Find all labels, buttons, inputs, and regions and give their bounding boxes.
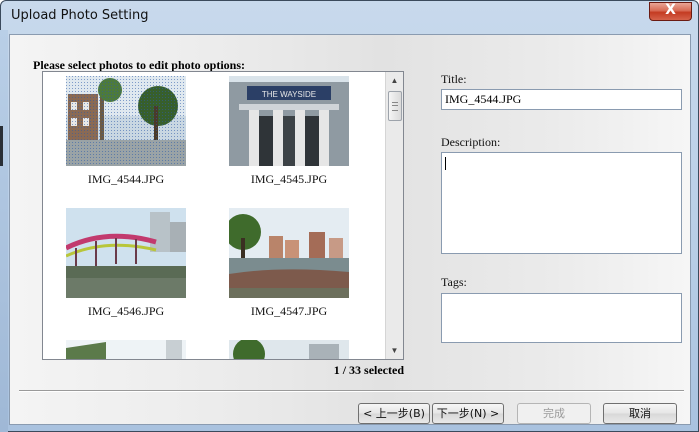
title-input[interactable]: IMG_4544.JPG bbox=[441, 89, 682, 110]
footer-divider bbox=[19, 390, 684, 392]
photo-thumbnail[interactable] bbox=[229, 340, 349, 360]
close-button[interactable]: X bbox=[649, 2, 692, 21]
photo-thumbnail[interactable] bbox=[229, 208, 349, 298]
close-icon: X bbox=[665, 2, 676, 18]
tags-label: Tags: bbox=[441, 275, 467, 289]
photo-list-scrollbar[interactable]: ▲ ▼ bbox=[385, 72, 403, 359]
photo-thumbnail[interactable]: THE WAYSIDE bbox=[229, 76, 349, 166]
window-title: Upload Photo Setting bbox=[11, 8, 149, 23]
title-bar[interactable]: Upload Photo Setting X bbox=[1, 1, 698, 34]
text-caret bbox=[445, 157, 446, 170]
selected-count: 1 / 33 selected bbox=[333, 363, 404, 377]
photo-caption: IMG_4546.JPG bbox=[87, 304, 165, 318]
svg-text:THE WAYSIDE: THE WAYSIDE bbox=[262, 90, 316, 99]
photo-caption: IMG_4545.JPG bbox=[250, 172, 328, 186]
window-left-edge bbox=[0, 30, 8, 432]
cancel-button[interactable]: 取消 bbox=[603, 403, 677, 424]
scrollbar-thumb[interactable] bbox=[388, 91, 402, 121]
photo-list[interactable]: IMG_4544.JPG THE WAYSIDE IMG_4545.JPG IM… bbox=[42, 71, 404, 360]
scroll-up-arrow-icon[interactable]: ▲ bbox=[386, 72, 403, 89]
photo-thumbnail[interactable] bbox=[66, 76, 186, 166]
title-label: Title: bbox=[441, 72, 467, 86]
grip-icon bbox=[392, 102, 398, 111]
dialog-window: Upload Photo Setting X Please select pho… bbox=[0, 0, 699, 432]
scroll-down-arrow-icon[interactable]: ▼ bbox=[386, 342, 403, 359]
finish-button[interactable]: 完成 bbox=[517, 403, 591, 424]
photo-caption: IMG_4547.JPG bbox=[250, 304, 328, 318]
photo-caption: IMG_4544.JPG bbox=[87, 172, 165, 186]
tags-textarea[interactable] bbox=[441, 293, 682, 343]
description-label: Description: bbox=[441, 135, 501, 149]
back-button[interactable]: < 上一步(B) bbox=[358, 403, 430, 424]
photo-thumbnail[interactable] bbox=[66, 340, 186, 360]
description-textarea[interactable] bbox=[441, 152, 682, 254]
photo-thumbnail[interactable] bbox=[66, 208, 186, 298]
next-button[interactable]: 下一步(N) > bbox=[432, 403, 504, 424]
